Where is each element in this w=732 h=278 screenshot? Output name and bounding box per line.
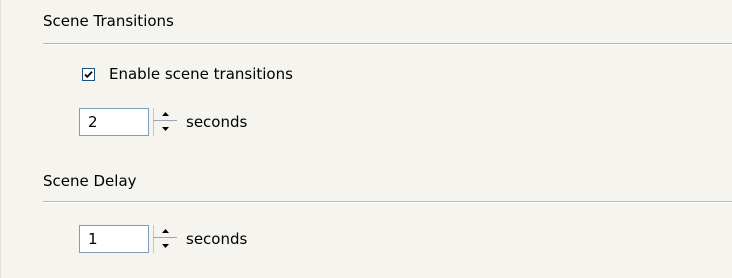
enable-transitions-row[interactable]: Enable scene transitions xyxy=(82,64,293,84)
scene-delay-divider xyxy=(43,201,732,203)
transitions-increment-button[interactable] xyxy=(153,108,177,121)
enable-transitions-checkbox[interactable] xyxy=(82,67,95,81)
delay-duration-spinner[interactable] xyxy=(153,225,177,253)
spin-down-arrow-icon xyxy=(161,243,169,248)
scene-transitions-divider xyxy=(43,43,732,45)
transitions-decrement-button[interactable] xyxy=(153,122,177,135)
transitions-duration-spinner[interactable] xyxy=(153,108,177,136)
delay-decrement-button[interactable] xyxy=(153,239,177,252)
settings-panel: Scene Transitions Enable scene transitio… xyxy=(0,0,732,278)
transitions-duration-input[interactable]: 2 xyxy=(79,108,149,136)
scene-delay-header: Scene Delay xyxy=(43,172,137,190)
enable-transitions-label[interactable]: Enable scene transitions xyxy=(109,65,293,83)
transitions-unit-label: seconds xyxy=(186,113,248,131)
delay-duration-row: 1 seconds xyxy=(79,224,247,254)
scene-transitions-header: Scene Transitions xyxy=(43,12,174,30)
delay-increment-button[interactable] xyxy=(153,225,177,238)
spin-up-arrow-icon xyxy=(161,112,169,116)
delay-unit-label: seconds xyxy=(186,230,248,248)
spin-down-arrow-icon xyxy=(161,126,169,131)
checkmark-icon xyxy=(84,70,93,78)
delay-duration-input[interactable]: 1 xyxy=(79,225,149,253)
transitions-duration-row: 2 seconds xyxy=(79,107,247,137)
spin-up-arrow-icon xyxy=(161,229,169,233)
